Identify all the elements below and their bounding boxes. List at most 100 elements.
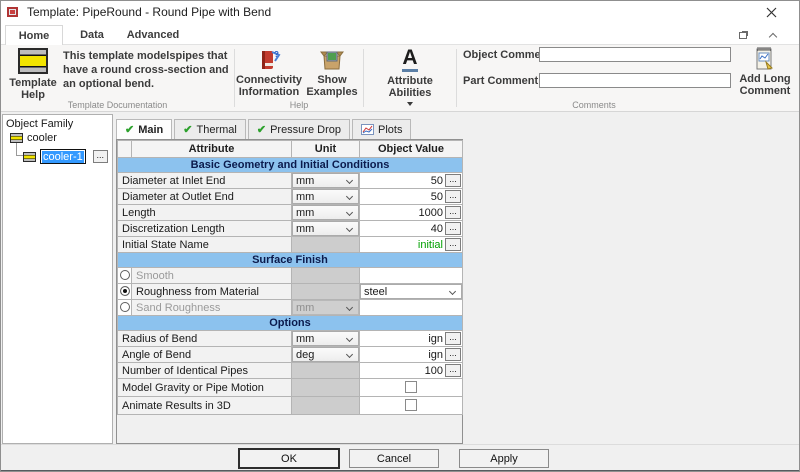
attribute-label: Roughness from Material (131, 283, 292, 300)
tab-plots-label: Plots (377, 123, 403, 136)
ribbon-pin-button[interactable] (735, 28, 751, 42)
value-wrap: 50... (361, 174, 462, 187)
ok-button[interactable]: OK (239, 449, 339, 468)
collapse-ribbon-button[interactable] (765, 28, 781, 42)
column-header-unit: Unit (291, 140, 360, 158)
value-text[interactable]: ign (428, 333, 443, 345)
unit-value: mm (296, 206, 315, 219)
radio-unselected-icon[interactable] (119, 270, 130, 280)
object-family-title: Object Family (6, 118, 74, 130)
ellipsis-button[interactable]: ... (445, 174, 461, 187)
unit-cell (291, 378, 360, 397)
attribute-label: Number of Identical Pipes (117, 362, 292, 379)
attribute-row: Number of Identical Pipes 100... (117, 362, 463, 379)
value-cell[interactable]: initial... (359, 236, 463, 253)
unit-dropdown[interactable]: deg (292, 347, 359, 362)
radio-selected-icon[interactable] (119, 286, 130, 296)
attribute-abilities-button[interactable]: A Attribute Abilities (366, 47, 454, 106)
column-header-attribute: Attribute (131, 140, 292, 158)
object-comment-input[interactable] (539, 47, 731, 62)
connectivity-information-button[interactable]: ? Connectivity Information (236, 48, 302, 98)
title-bar: Template: PipeRound - Round Pipe with Be… (1, 1, 799, 23)
ellipsis-button[interactable]: ... (445, 364, 461, 377)
attribute-label: Smooth (131, 267, 292, 284)
attribute-row: Sand Roughness mm (117, 299, 463, 316)
chevron-up-icon (768, 32, 778, 41)
attribute-row: Diameter at Inlet End mm 50... (117, 172, 463, 189)
tab-plots[interactable]: Plots (351, 119, 412, 139)
unit-value: mm (296, 301, 315, 314)
value-wrap: 50... (361, 190, 462, 203)
ellipsis-button[interactable]: ... (445, 222, 461, 235)
chevron-down-icon (345, 208, 354, 217)
close-button[interactable] (757, 4, 785, 21)
part-comment-input[interactable] (539, 73, 731, 88)
value-cell[interactable]: 1000... (359, 204, 463, 221)
unit-dropdown[interactable]: mm (292, 331, 359, 346)
attribute-editor: ✔ Main ✔ Thermal ✔ Pressure Drop Plots A… (116, 119, 463, 444)
unit-cell: mm (291, 188, 360, 205)
pipe-item-icon (23, 151, 36, 162)
unit-dropdown[interactable]: mm (292, 189, 359, 204)
radio-cell[interactable] (117, 267, 132, 284)
rename-editbox[interactable]: cooler-1 (40, 149, 86, 164)
chart-icon (360, 124, 374, 135)
attribute-abilities-icon: A (402, 47, 418, 72)
section-row: Surface Finish (117, 252, 463, 268)
value-text[interactable]: 100 (425, 365, 443, 377)
value-text[interactable]: initial (418, 239, 443, 251)
value-text[interactable]: 50 (431, 175, 443, 187)
add-long-comment-button[interactable]: Add Long Comment (735, 46, 795, 97)
ellipsis-button[interactable]: ... (445, 348, 461, 361)
ellipsis-button[interactable]: ... (445, 332, 461, 345)
ellipsis-button[interactable]: ... (445, 238, 461, 251)
value-text[interactable]: 50 (431, 191, 443, 203)
tree-item-child[interactable]: cooler-1 ... (23, 149, 108, 164)
tab-home[interactable]: Home (5, 25, 63, 45)
ellipsis-button[interactable]: ... (92, 150, 108, 163)
radio-cell[interactable] (117, 283, 132, 300)
tab-data[interactable]: Data (67, 25, 117, 45)
value-cell[interactable]: 50... (359, 172, 463, 189)
value-checkbox[interactable] (405, 399, 417, 411)
ribbon-tab-bar: Home Data Advanced (1, 23, 799, 45)
tab-advanced[interactable]: Advanced (119, 25, 187, 45)
tab-thermal[interactable]: ✔ Thermal (174, 119, 246, 139)
add-long-comment-label: Add Long Comment (739, 73, 791, 97)
ellipsis-button[interactable]: ... (445, 190, 461, 203)
value-cell[interactable]: ign... (359, 330, 463, 347)
unit-dropdown[interactable]: mm (292, 221, 359, 236)
radio-unselected-icon[interactable] (119, 302, 130, 312)
close-icon (766, 7, 776, 18)
unit-cell (291, 267, 360, 284)
unit-dropdown[interactable]: mm (292, 173, 359, 188)
attribute-table-container: Attribute Unit Object Value Basic Geomet… (116, 139, 463, 444)
group-label-template-documentation: Template Documentation (67, 100, 168, 110)
ellipsis-button[interactable]: ... (445, 206, 461, 219)
value-cell[interactable]: 50... (359, 188, 463, 205)
attribute-row: Discretization Length mm 40... (117, 220, 463, 237)
value-dropdown[interactable]: steel (360, 284, 462, 299)
value-cell (359, 396, 463, 415)
tree-item-root[interactable]: cooler (10, 132, 57, 144)
book-question-icon: ? (262, 50, 281, 69)
cancel-button[interactable]: Cancel (349, 449, 439, 468)
value-cell[interactable]: 40... (359, 220, 463, 237)
radio-cell[interactable] (117, 299, 132, 316)
value-text[interactable]: ign (428, 349, 443, 361)
value-cell[interactable]: ign... (359, 346, 463, 363)
unit-value: mm (296, 332, 315, 345)
value-cell (359, 299, 463, 316)
value-text[interactable]: 1000 (419, 207, 443, 219)
group-help: ? Connectivity Information Show Examples… (235, 45, 363, 111)
tab-pressure-drop[interactable]: ✔ Pressure Drop (247, 119, 350, 139)
attribute-label: Diameter at Outlet End (117, 188, 292, 205)
unit-dropdown[interactable]: mm (292, 205, 359, 220)
show-examples-button[interactable]: Show Examples (305, 48, 359, 98)
value-text[interactable]: 40 (431, 223, 443, 235)
template-help-button[interactable]: Template Help (7, 48, 59, 101)
apply-button[interactable]: Apply (459, 449, 549, 468)
value-cell[interactable]: 100... (359, 362, 463, 379)
value-checkbox[interactable] (405, 381, 417, 393)
tab-main[interactable]: ✔ Main (116, 119, 173, 139)
